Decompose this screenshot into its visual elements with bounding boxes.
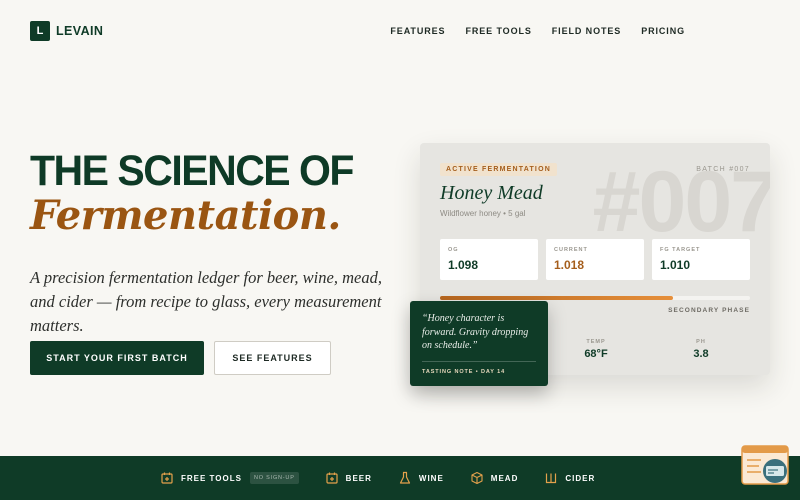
footer-link-label: FREE TOOLS xyxy=(181,473,242,483)
footer-link-wine[interactable]: WINE xyxy=(398,471,444,485)
start-first-batch-button[interactable]: START YOUR FIRST BATCH xyxy=(30,341,204,375)
batch-description: Wildflower honey • 5 gal xyxy=(440,209,526,218)
tasting-note-caption: TASTING NOTE • DAY 14 xyxy=(422,368,506,375)
assistant-widget-icon[interactable] xyxy=(741,445,791,487)
progress-fill xyxy=(440,296,673,300)
hero-title-accent: Fermentation. xyxy=(30,192,341,239)
crown-icon xyxy=(546,473,557,484)
tasting-note-card: “Honey character is forward. Gravity dro… xyxy=(410,301,548,386)
metric-og: OG 1.098 xyxy=(440,239,538,280)
calendar-plus-icon xyxy=(326,472,338,484)
stat-label: PH xyxy=(696,339,706,345)
footer-links: FREE TOOLS NO SIGN-UP BEER WINE MEAD CID… xyxy=(160,456,621,500)
footer-link-label: CIDER xyxy=(565,473,596,483)
flask-icon xyxy=(399,471,411,484)
top-navigation: L LEVAIN FEATURES FREE TOOLS FIELD NOTES… xyxy=(0,0,800,62)
hero-subtitle: A precision fermentation ledger for beer… xyxy=(30,268,382,335)
see-features-button[interactable]: SEE FEATURES xyxy=(214,341,331,375)
metric-value: 1.010 xyxy=(660,258,691,272)
logo-text: LEVAIN xyxy=(56,24,104,38)
logo[interactable]: L LEVAIN xyxy=(30,21,103,41)
footer-link-beer[interactable]: BEER xyxy=(325,471,372,485)
nav-link-field-notes[interactable]: FIELD NOTES xyxy=(552,26,621,36)
metric-value: 1.018 xyxy=(554,258,585,272)
stat-ph: PH 3.8 xyxy=(671,339,731,360)
metric-label: CURRENT xyxy=(554,247,588,253)
footer-link-free-tools[interactable]: FREE TOOLS NO SIGN-UP xyxy=(160,471,299,485)
footer-link-cider[interactable]: CIDER xyxy=(544,471,595,485)
logo-mark: L xyxy=(30,21,50,41)
footer-link-label: MEAD xyxy=(490,473,519,483)
metric-fg-target: FG TARGET 1.010 xyxy=(652,239,750,280)
nav-link-pricing[interactable]: PRICING xyxy=(641,26,685,36)
metric-label: FG TARGET xyxy=(660,247,701,253)
stat-value: 3.8 xyxy=(693,348,709,360)
nav-link-free-tools[interactable]: FREE TOOLS xyxy=(465,26,531,36)
footer-link-label: BEER xyxy=(345,473,372,483)
fermentation-progress-bar xyxy=(440,296,750,300)
cube-icon xyxy=(471,471,483,485)
nav-link-features[interactable]: FEATURES xyxy=(390,26,445,36)
footer-link-mead[interactable]: MEAD xyxy=(470,471,519,485)
stat-label: TEMP xyxy=(586,339,606,345)
metric-label: OG xyxy=(448,247,459,253)
metric-value: 1.098 xyxy=(448,258,479,272)
hero-title: THE SCIENCE OF xyxy=(30,146,354,195)
nav-links: FEATURES FREE TOOLS FIELD NOTES PRICING xyxy=(390,26,685,36)
batch-name: Honey Mead xyxy=(440,182,543,204)
batch-id: BATCH #007 xyxy=(696,166,750,173)
calendar-plus-icon xyxy=(161,472,173,484)
footer-bar: FREE TOOLS NO SIGN-UP BEER WINE MEAD CID… xyxy=(0,456,800,500)
stat-temp: TEMP 68°F xyxy=(566,339,626,360)
stat-value: 68°F xyxy=(584,348,608,360)
tasting-note-quote: “Honey character is forward. Gravity dro… xyxy=(422,313,529,351)
phase-label: SECONDARY PHASE xyxy=(668,307,750,314)
status-badge: ACTIVE FERMENTATION xyxy=(440,163,557,176)
metric-current: CURRENT 1.018 xyxy=(546,239,644,280)
no-signup-badge: NO SIGN-UP xyxy=(249,472,299,484)
divider xyxy=(422,360,536,362)
footer-link-label: WINE xyxy=(418,473,444,483)
